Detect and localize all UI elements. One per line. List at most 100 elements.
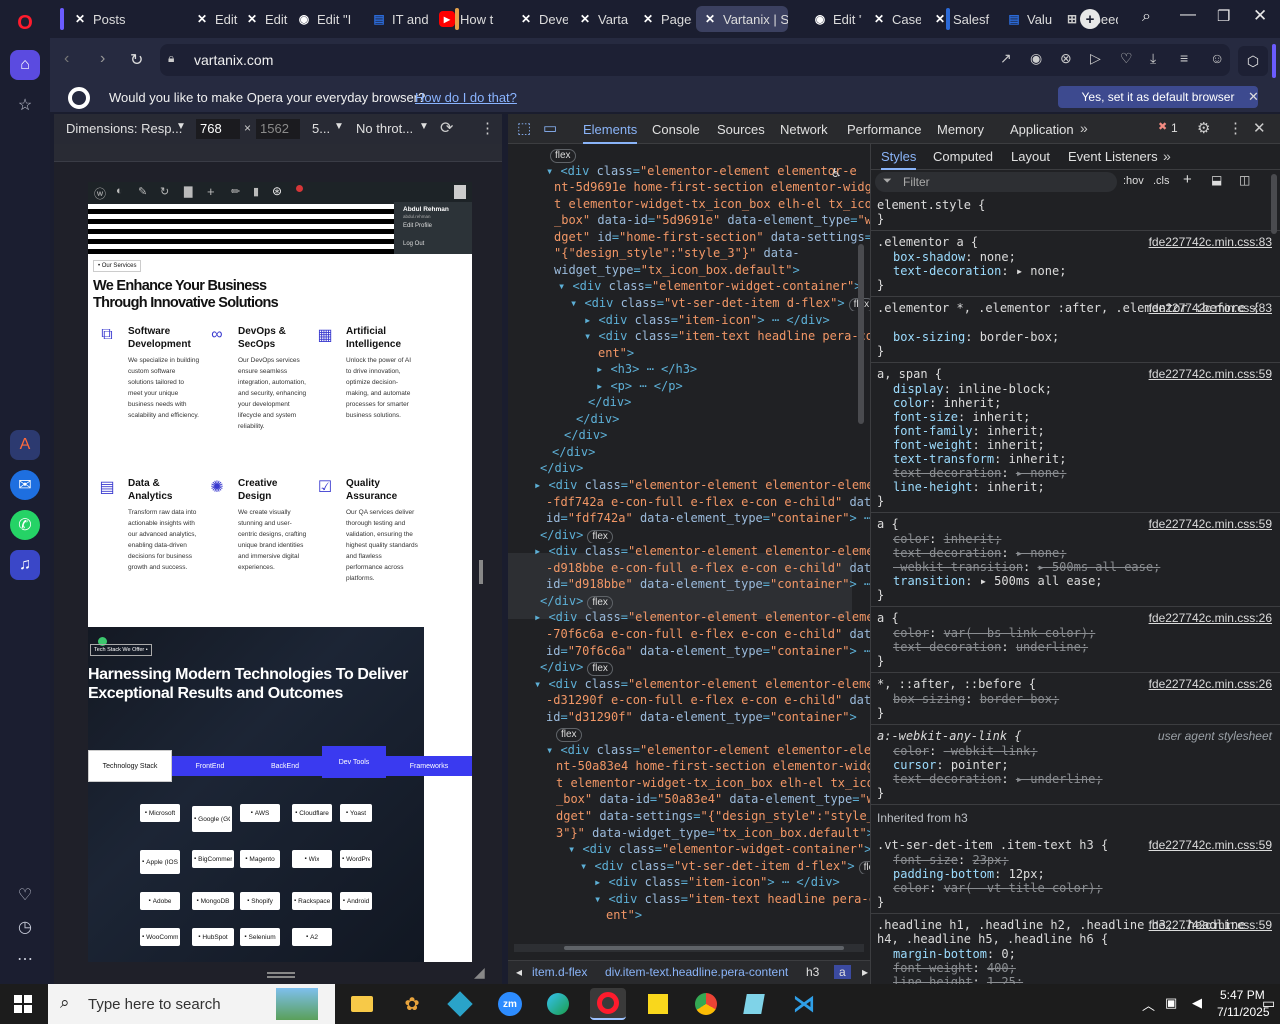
dom-line[interactable]: </div> [508, 460, 870, 477]
style-property[interactable]: font-size: 23px; [877, 853, 1275, 867]
device-more-icon[interactable]: ⋮ [480, 119, 495, 137]
stylesheet-link[interactable]: fde227742c.min.css:59 [1149, 517, 1272, 531]
dom-line[interactable]: ▸ <p> ⋯ </p> [508, 378, 870, 395]
dom-line[interactable]: t elementor-widget-tx_icon_box elh-el tx… [508, 775, 870, 792]
dom-line[interactable]: id="d31290f" data-element_type="containe… [508, 709, 870, 726]
style-property[interactable]: transition: ▸ 500ms all ease; [877, 574, 1275, 588]
tech-chip[interactable]: ▪ MongoDB [192, 892, 234, 910]
tech-chip[interactable]: ▪ Android [340, 892, 372, 910]
style-property[interactable]: text-decoration: ▸ underline; [877, 772, 1275, 786]
stylesheet-link[interactable]: user agent stylesheet [1158, 729, 1272, 743]
style-property[interactable]: box-sizing: border-box; [877, 330, 1275, 344]
tab-11[interactable]: ✕ Case s [865, 6, 921, 32]
zoom-dropdown[interactable]: 5... [312, 121, 330, 136]
style-property[interactable]: display: inline-block; [877, 382, 1275, 396]
whatsapp-icon[interactable]: ✆ [10, 510, 40, 540]
dom-line[interactable]: id="fdf742a" data-element_type="containe… [508, 510, 870, 527]
tech-chip[interactable]: ▪Google (GCP) [192, 806, 232, 832]
tab-9[interactable]: ✕ Vartanix | Sc [696, 6, 788, 32]
stylesheet-link[interactable]: fde227742c.min.css:83 [1149, 235, 1272, 249]
horizontal-scroll-thumb[interactable] [564, 946, 844, 950]
style-property[interactable]: text-decoration: underline; [877, 640, 1275, 654]
tech-chip[interactable]: ▪ Cloudflare [292, 804, 332, 822]
home-icon[interactable]: ⌂ [10, 50, 40, 80]
dom-line[interactable]: ent"> [508, 345, 870, 362]
breadcrumb-item[interactable]: ▸ [862, 965, 868, 979]
taskbar-search-box[interactable]: ⌕ Type here to search [48, 984, 335, 1024]
tab-3[interactable]: ◉ Edit "I [290, 6, 360, 32]
edge-icon[interactable] [540, 988, 576, 1020]
dom-line[interactable]: _box" data-id="5d9691e" data-element_typ… [508, 212, 870, 229]
style-property[interactable]: cursor: pointer; [877, 758, 1275, 772]
dom-line[interactable]: </div> flex [508, 593, 870, 610]
style-property[interactable]: font-weight: inherit; [877, 438, 1275, 452]
dimensions-dropdown[interactable]: Dimensions: Resp... [66, 121, 182, 136]
throttle-dropdown[interactable]: No throt... [356, 121, 413, 136]
media-query-ruler[interactable] [54, 144, 502, 162]
stylesheet-link[interactable]: fde227742c.min.css:59 [1149, 838, 1272, 852]
style-property[interactable]: font-size: inherit; [877, 410, 1275, 424]
opera-taskbar-icon[interactable] [590, 988, 626, 1020]
stats-icon[interactable]: ▮ [253, 185, 259, 198]
stack-tab-1[interactable]: FrontEnd [172, 756, 248, 776]
aria-icon[interactable]: A [10, 430, 40, 460]
tech-chip[interactable]: ▪ A2 [292, 928, 332, 946]
vscode-icon[interactable]: ⋊ [786, 988, 822, 1020]
style-property[interactable]: text-decoration: ▸ none; [877, 264, 1275, 278]
error-count[interactable]: 1 [1171, 121, 1178, 135]
tech-chip[interactable]: ▪ AWS [240, 804, 280, 822]
tray-chevron-up-icon[interactable]: ︿ [1142, 995, 1155, 1014]
tech-chip[interactable]: ▪ Selenium [240, 928, 280, 946]
style-property[interactable]: box-sizing: border-box; [877, 692, 1275, 706]
stack-tab-2[interactable]: BackEnd [248, 756, 322, 776]
style-property[interactable]: text-decoration: ▸ none; [877, 466, 1275, 480]
dom-line[interactable]: ▾ <div class="elementor-element elemento… [508, 163, 870, 180]
tab-7[interactable]: ✕ Vartar [571, 6, 629, 32]
chrome-icon[interactable] [688, 988, 724, 1020]
dom-line[interactable]: ▸ <div class="item-icon"> ⋯ </div> [508, 312, 870, 329]
tab-4[interactable]: ▤ IT and [365, 6, 429, 32]
dom-line[interactable]: </div> [508, 394, 870, 411]
dom-line[interactable]: widget_type="tx_icon_box.default"> [508, 262, 870, 279]
error-icon[interactable]: ✖ [1158, 120, 1167, 133]
breadcrumb-item[interactable]: ◂ [516, 965, 522, 979]
history-clock-icon[interactable]: ◷ [10, 912, 40, 942]
tech-chip[interactable]: ▪ Wix [292, 850, 332, 868]
device-toggle-icon[interactable]: ▭ [543, 119, 557, 137]
style-property[interactable]: line-height: inherit; [877, 480, 1275, 494]
dom-line[interactable]: _box" data-id="50a83e4" data-element_typ… [508, 791, 870, 808]
dom-line[interactable]: -d918bbe e-con-full e-flex e-con e-child… [508, 560, 870, 577]
chevron-down-icon[interactable]: ▼ [176, 121, 186, 132]
style-property[interactable]: color: var(--bs-link-color); [877, 626, 1275, 640]
stylesheet-link[interactable]: fde227742c.min.css:26 [1149, 677, 1272, 691]
dom-line[interactable]: ▸ <h3> ⋯ </h3> [508, 361, 870, 378]
resize-corner-icon[interactable]: ◢ [474, 964, 485, 981]
heart-icon[interactable]: ♡ [1120, 50, 1133, 67]
dom-line[interactable]: -fdf742a e-con-full e-flex e-con e-child… [508, 494, 870, 511]
dom-line[interactable]: </div> flex [508, 659, 870, 676]
service-title[interactable]: Creative Design [238, 477, 308, 503]
stylesheet-link[interactable]: fde227742c.min.css:26 [1149, 611, 1272, 625]
extensions-icon[interactable]: ⬡ [1238, 46, 1268, 76]
style-property[interactable]: -webkit-transition: ▸ 500ms all ease; [877, 560, 1275, 574]
style-property[interactable]: color: inherit; [877, 532, 1275, 546]
dom-line[interactable]: ▸ <div class="elementor-element elemento… [508, 543, 870, 560]
dom-line[interactable]: ent"> [508, 907, 870, 924]
set-default-button[interactable]: Yes, set it as default browser [1058, 86, 1258, 108]
sidebar-toggle-icon[interactable]: ◫ [1239, 173, 1250, 187]
dom-line[interactable]: ▾ <div class="vt-ser-det-item d-flex">fl… [508, 858, 870, 875]
edit-profile-link[interactable]: Edit Profile [403, 223, 432, 229]
breadcrumb-item[interactable]: div.item-text.headline.pera-content [605, 965, 788, 979]
paint-app-icon[interactable]: ✿ [394, 988, 430, 1020]
filter-input[interactable]: ⏷ Filter [875, 172, 1117, 192]
tech-chip[interactable]: ▪ Microsoft [140, 804, 180, 822]
favorites-heart-icon[interactable]: ♡ [10, 880, 40, 910]
stylesheet-link[interactable]: fde227742c.min.css:59 [1149, 367, 1272, 381]
breadcrumb-item[interactable]: h3 [806, 965, 819, 979]
tech-chip[interactable]: ▪WordPress [340, 850, 372, 868]
avatar[interactable] [454, 185, 466, 199]
dom-line[interactable]: dget" id="home-first-section" data-setti… [508, 229, 870, 246]
dom-line[interactable]: ▾ <div class="vt-ser-det-item d-flex">fl… [508, 295, 870, 312]
logout-link[interactable]: Log Out [403, 241, 424, 247]
tab-application[interactable]: Application [1010, 122, 1074, 137]
